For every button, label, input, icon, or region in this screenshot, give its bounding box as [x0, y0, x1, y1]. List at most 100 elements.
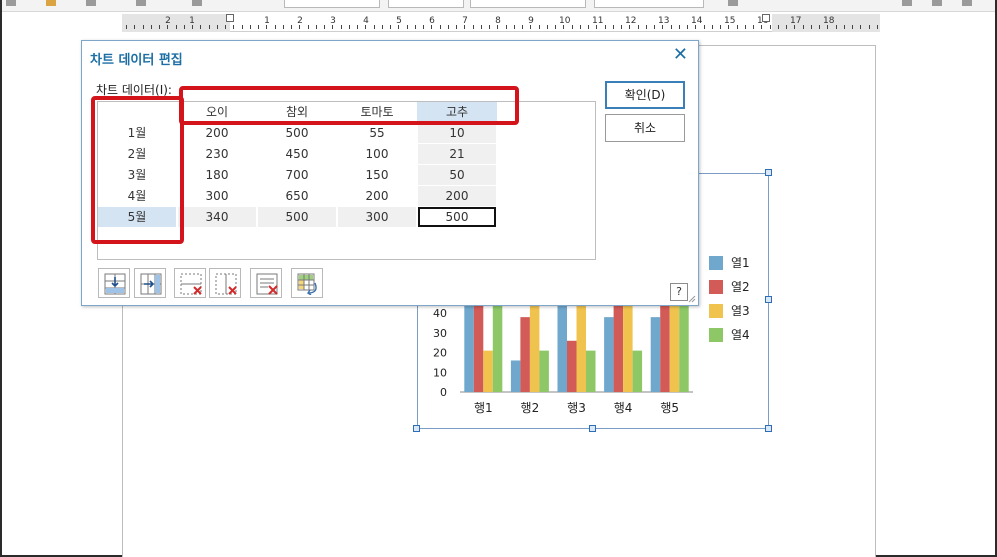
- ruler-tick: [497, 25, 498, 29]
- data-cell[interactable]: 230: [178, 144, 256, 164]
- ruler-tick: [143, 25, 144, 29]
- ruler-tick: [770, 25, 771, 29]
- font-name-select[interactable]: [470, 0, 586, 8]
- ruler-number: 8: [495, 16, 501, 26]
- new-file-icon[interactable]: [6, 0, 16, 6]
- ruler-tick: [539, 25, 540, 29]
- insert-row-button[interactable]: [98, 268, 130, 298]
- bold-icon[interactable]: [728, 0, 738, 6]
- ruler-number: 12: [625, 16, 637, 26]
- chart-bar[interactable]: [650, 317, 661, 392]
- data-cell[interactable]: 500: [258, 207, 336, 227]
- data-cell[interactable]: 200: [338, 186, 416, 206]
- resize-handle-bottom-left[interactable]: [413, 425, 420, 432]
- ruler[interactable]: 21123456789101112131415161718: [122, 14, 880, 32]
- undo-icon[interactable]: [192, 0, 202, 6]
- data-cell[interactable]: 21: [418, 144, 496, 164]
- chart-bar[interactable]: [483, 350, 493, 392]
- ruler-tick: [572, 25, 573, 29]
- help-button[interactable]: ?: [670, 283, 688, 301]
- ok-button[interactable]: 확인(D): [605, 81, 685, 109]
- ruler-tick: [151, 25, 152, 29]
- data-cell[interactable]: 10: [418, 123, 496, 143]
- data-cell[interactable]: 450: [258, 144, 336, 164]
- chart-bar[interactable]: [510, 360, 521, 392]
- ruler-tick: [563, 25, 564, 29]
- legend-label: 열1: [731, 256, 750, 270]
- ruler-tick: [547, 25, 548, 29]
- ruler-tick: [266, 25, 267, 29]
- chart-bar[interactable]: [567, 340, 577, 392]
- ruler-tick: [695, 25, 696, 29]
- data-cell[interactable]: 500: [258, 123, 336, 143]
- data-cell[interactable]: 700: [258, 165, 336, 185]
- ruler-tick: [481, 25, 482, 29]
- ruler-tick: [316, 25, 317, 29]
- ruler-tick: [555, 25, 556, 29]
- ruler-tick: [209, 25, 210, 29]
- data-cell[interactable]: 55: [338, 123, 416, 143]
- delete-data-button[interactable]: [250, 268, 282, 298]
- ruler-tick: [778, 25, 779, 29]
- data-cell[interactable]: 340: [178, 207, 256, 227]
- ruler-tick: [836, 25, 837, 29]
- ruler-number: 13: [658, 16, 670, 26]
- y-tick-label: 30: [433, 327, 447, 340]
- save-icon[interactable]: [86, 0, 96, 6]
- legend-swatch: [709, 304, 723, 318]
- ruler-tick: [712, 25, 713, 29]
- chart-bar[interactable]: [520, 317, 530, 392]
- ruler-tick: [671, 25, 672, 29]
- ruler-tick: [877, 25, 878, 29]
- header-highlight-box: [179, 86, 519, 125]
- data-cell[interactable]: 500: [418, 207, 496, 227]
- ruler-tick: [654, 25, 655, 29]
- align-left-icon[interactable]: [902, 0, 912, 6]
- delete-column-button[interactable]: [209, 268, 241, 298]
- data-cell[interactable]: 150: [338, 165, 416, 185]
- ruler-tick: [275, 25, 276, 29]
- dialog-title: 차트 데이터 편집: [90, 53, 183, 68]
- data-cell[interactable]: 50: [418, 165, 496, 185]
- resize-handle-bottom-right[interactable]: [765, 425, 772, 432]
- right-indent-marker-icon[interactable]: [762, 14, 770, 22]
- data-cell[interactable]: 100: [338, 144, 416, 164]
- open-folder-icon[interactable]: [46, 0, 56, 6]
- resize-handle-bottom[interactable]: [589, 425, 596, 432]
- ruler-tick: [473, 25, 474, 29]
- ruler-number: 9: [528, 16, 534, 26]
- swap-rows-columns-icon: [297, 273, 317, 295]
- data-cell[interactable]: 200: [418, 186, 496, 206]
- data-cell[interactable]: 300: [178, 186, 256, 206]
- chart-bar[interactable]: [604, 317, 614, 392]
- data-cell[interactable]: 300: [338, 207, 416, 227]
- font-size-select[interactable]: [594, 0, 704, 8]
- cancel-button[interactable]: 취소: [605, 114, 685, 142]
- resize-handle-top-right[interactable]: [765, 169, 772, 176]
- data-cell[interactable]: 200: [178, 123, 256, 143]
- chart-bar[interactable]: [539, 350, 549, 392]
- font-select[interactable]: [388, 0, 464, 8]
- data-cell[interactable]: 650: [258, 186, 336, 206]
- print-icon[interactable]: [136, 0, 146, 6]
- align-right-icon[interactable]: [962, 0, 972, 6]
- data-cell[interactable]: 180: [178, 165, 256, 185]
- ruler-tick: [217, 25, 218, 29]
- chart-bar[interactable]: [586, 350, 596, 392]
- chart-bar[interactable]: [632, 350, 643, 392]
- indent-marker-icon[interactable]: [226, 14, 234, 22]
- close-icon[interactable]: ✕: [673, 46, 688, 64]
- style-select[interactable]: [284, 0, 380, 8]
- insert-column-button[interactable]: [134, 268, 166, 298]
- ruler-tick: [242, 25, 243, 29]
- ruler-tick: [374, 25, 375, 29]
- ruler-tick: [803, 25, 804, 29]
- resize-grip-icon[interactable]: [688, 295, 696, 303]
- align-center-icon[interactable]: [932, 0, 942, 6]
- swap-rows-columns-button[interactable]: [291, 268, 323, 298]
- ruler-tick: [398, 25, 399, 29]
- legend-label: 열3: [731, 304, 750, 318]
- delete-row-button[interactable]: [174, 268, 206, 298]
- ruler-tick: [456, 25, 457, 29]
- ruler-tick: [126, 25, 127, 29]
